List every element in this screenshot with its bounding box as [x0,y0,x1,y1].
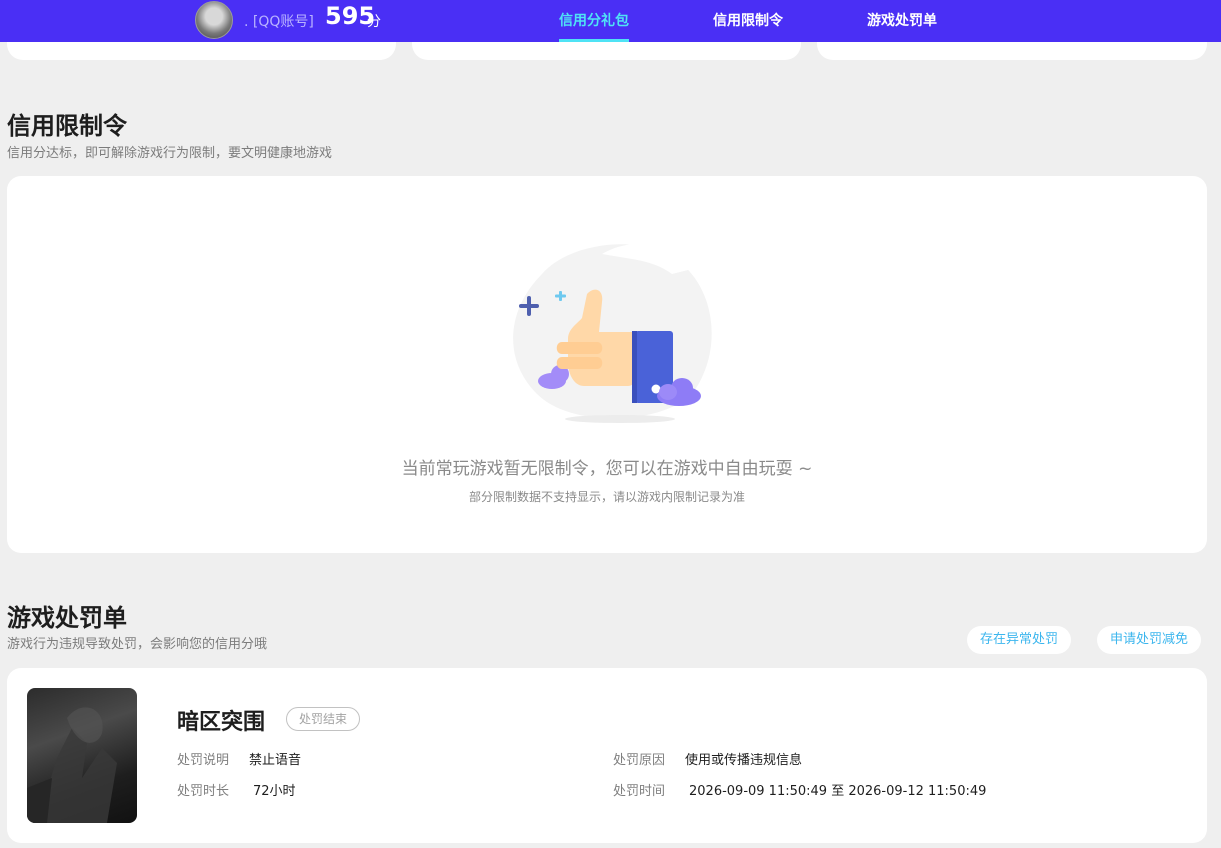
penalty-time-value: 2026-09-09 11:50:49 至 2026-09-12 11:50:4… [689,784,987,799]
avatar[interactable] [195,1,233,39]
restriction-panel: 当前常玩游戏暂无限制令，您可以在游戏中自由玩耍 ~ 部分限制数据不支持显示，请以… [7,176,1207,553]
penalty-reason-label: 处罚原因 [613,753,666,768]
penalty-time-label: 处罚时间 [613,784,666,799]
penalty-desc-value: 禁止语音 [249,753,302,768]
penalty-reason-value: 使用或传播违规信息 [685,753,803,768]
empty-state-note: 部分限制数据不支持显示，请以游戏内限制记录为准 [468,490,745,504]
penalty-duration-value: 72小时 [253,784,296,799]
section-subtitle-restriction: 信用分达标，即可解除游戏行为限制，要文明健康地游戏 [7,146,333,161]
section-title-penalty: 游戏处罚单 [7,604,127,632]
tab-credit-gift[interactable]: 信用分礼包 [559,10,629,30]
section-title-restriction: 信用限制令 [7,112,127,140]
active-tab-indicator [559,39,629,42]
section-subtitle-penalty: 游戏行为违规导致处罚，会影响您的信用分哦 [7,637,268,652]
penalty-desc-label: 处罚说明 [177,753,230,768]
tab-game-penalty[interactable]: 游戏处罚单 [867,10,937,30]
status-badge: 处罚结束 [286,707,361,731]
thumbs-up-icon [513,243,712,423]
report-abnormal-penalty-button[interactable]: 存在异常处罚 [967,626,1072,654]
credit-score-unit: 分 [367,14,381,30]
penalty-duration-label: 处罚时长 [177,784,230,799]
game-name: 暗区突围 [177,710,266,735]
penalty-card[interactable]: 暗区突围 处罚结束 处罚说明 禁止语音 处罚原因 使用或传播违规信息 处罚时长 … [7,668,1207,843]
empty-state-message: 当前常玩游戏暂无限制令，您可以在游戏中自由玩耍 ~ [401,459,813,479]
tab-credit-restriction[interactable]: 信用限制令 [713,10,783,30]
account-label: . [QQ账号] [244,14,314,30]
apply-penalty-reduction-button[interactable]: 申请处罚减免 [1097,626,1202,654]
top-nav-bar: . [QQ账号] 595 分 信用分礼包 信用限制令 游戏处罚单 [0,0,1221,42]
game-cover-image [27,688,137,823]
